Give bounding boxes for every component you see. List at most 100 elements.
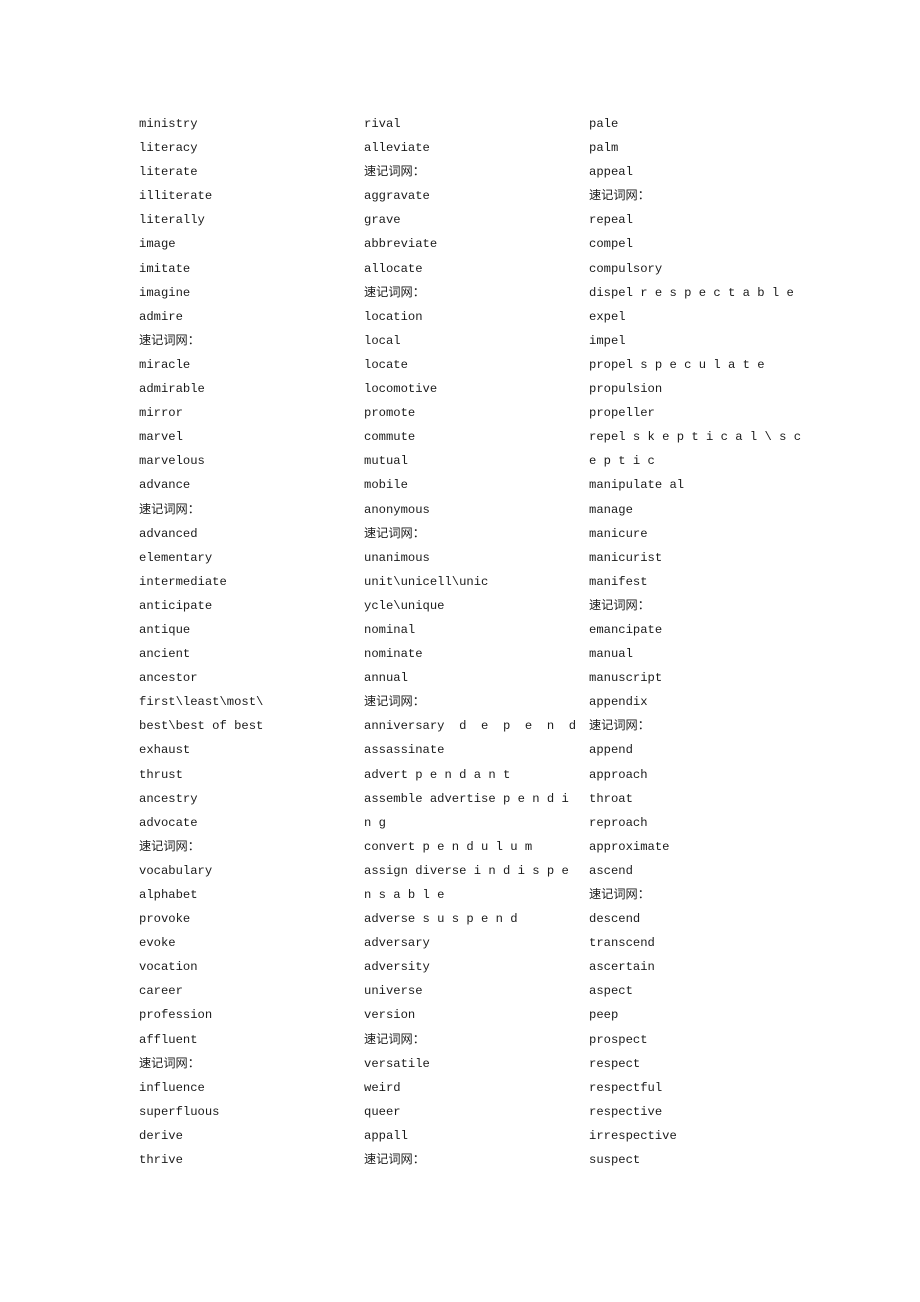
- word-entry: aspect: [589, 984, 633, 999]
- word-entry: promote: [364, 406, 416, 421]
- word-entry: prospect: [589, 1032, 648, 1047]
- word-entry: approach: [589, 767, 648, 782]
- word-entry: influence: [139, 1080, 205, 1095]
- section-label: 速记词网：: [364, 285, 425, 300]
- word-entry: adversary: [364, 936, 430, 951]
- word-entry: n g: [364, 815, 386, 830]
- word-entry: intermediate: [139, 574, 227, 589]
- word-entry: palm: [589, 141, 619, 156]
- word-entry: ascend: [589, 863, 633, 878]
- word-entry: pale: [589, 117, 619, 131]
- word-entry: career: [139, 984, 183, 999]
- word-entry: queer: [364, 1104, 401, 1119]
- word-entry: ministry: [139, 117, 198, 131]
- word-entry: image: [139, 237, 176, 252]
- word-entry: version: [364, 1008, 416, 1023]
- word-entry: throat: [589, 791, 633, 806]
- word-entry: best\best of best: [139, 719, 264, 734]
- word-entry: nominate: [364, 647, 423, 662]
- word-entry: propulsion: [589, 382, 663, 397]
- word-entry: repel s k e p t i c a l \ s c: [589, 430, 802, 445]
- word-entry: advance: [139, 478, 191, 493]
- word-entry: emancipate: [589, 622, 663, 637]
- word-entry: marvel: [139, 430, 183, 445]
- word-entry: descend: [589, 912, 641, 927]
- word-entry: appeal: [589, 165, 633, 180]
- word-entry: versatile: [364, 1056, 430, 1071]
- word-entry: vocation: [139, 960, 198, 975]
- document-page: ministry literacy literate illiterate litera…: [0, 0, 920, 1302]
- word-entry: alleviate: [364, 141, 430, 156]
- word-entry: elementary: [139, 550, 213, 565]
- section-label: 速记词网：: [364, 526, 425, 541]
- word-entry: dispel r e s p e c t a b l e: [589, 285, 794, 300]
- word-entry: manipulate al: [589, 478, 685, 493]
- word-entry: propeller: [589, 406, 655, 421]
- word-entry: respectful: [589, 1080, 663, 1095]
- word-entry: literally: [139, 213, 205, 228]
- word-entry: appendix: [589, 695, 648, 710]
- word-entry: repeal: [589, 213, 633, 228]
- word-entry: adversity: [364, 960, 430, 975]
- word-entry: locomotive: [364, 382, 438, 397]
- word-entry: illiterate: [139, 189, 213, 204]
- word-entry: unit\unicell\unic: [364, 574, 489, 589]
- word-entry: literate: [139, 165, 198, 180]
- word-entry: advocate: [139, 815, 198, 830]
- word-entry: ancient: [139, 647, 191, 662]
- word-entry: advert p e n d a n t: [364, 767, 511, 782]
- word-entry: commute: [364, 430, 416, 445]
- word-entry: ancestry: [139, 791, 198, 806]
- word-entry: admire: [139, 309, 183, 324]
- word-entry: append: [589, 743, 633, 758]
- word-entry: suspect: [589, 1153, 641, 1168]
- word-entry: affluent: [139, 1032, 198, 1047]
- word-entry: thrive: [139, 1153, 183, 1168]
- word-entry: transcend: [589, 936, 655, 951]
- word-entry: ancestor: [139, 671, 198, 686]
- word-entry: thrust: [139, 767, 183, 782]
- word-entry: locate: [364, 357, 408, 372]
- word-column-3: pale palm appeal 速记词网： repeal compel compulsor…: [589, 112, 802, 1172]
- word-entry: advanced: [139, 526, 198, 541]
- word-entry: grave: [364, 213, 401, 228]
- word-entry: respective: [589, 1104, 663, 1119]
- word-entry: peep: [589, 1008, 619, 1023]
- word-entry: rival: [364, 117, 401, 131]
- word-entry: e p t i c: [589, 454, 655, 469]
- word-column-1: ministry literacy literate illiterate litera…: [139, 112, 359, 1172]
- word-entry: reproach: [589, 815, 648, 830]
- word-entry: impel: [589, 333, 626, 348]
- word-entry: manuscript: [589, 671, 663, 686]
- section-label: 速记词网：: [589, 598, 650, 613]
- word-entry: vocabulary: [139, 863, 213, 878]
- word-entry: allocate: [364, 261, 423, 276]
- word-entry: first\least\most\: [139, 695, 264, 710]
- word-entry: approximate: [589, 839, 670, 854]
- word-entry: marvelous: [139, 454, 205, 469]
- word-entry: annual: [364, 671, 408, 686]
- word-entry: propel s p e c u l a t e: [589, 357, 765, 372]
- word-entry: anticipate: [139, 598, 213, 613]
- word-entry: miracle: [139, 357, 191, 372]
- word-entry: universe: [364, 984, 423, 999]
- word-entry: respect: [589, 1056, 641, 1071]
- section-label: 速记词网：: [589, 719, 650, 734]
- word-entry: alphabet: [139, 888, 198, 902]
- word-entry: exhaust: [139, 743, 191, 758]
- word-entry: assign diverse i n d i s p e: [364, 863, 569, 878]
- word-entry: n s a b l e: [364, 888, 445, 902]
- section-label: 速记词网：: [364, 1153, 425, 1168]
- section-label: 速记词网：: [139, 1056, 200, 1071]
- word-entry: assemble advertise p e n d i: [364, 791, 569, 806]
- word-entry: weird: [364, 1080, 401, 1095]
- word-entry: anniversary d e p e n d: [364, 719, 577, 734]
- word-entry: imagine: [139, 285, 191, 300]
- word-entry: manicure: [589, 526, 648, 541]
- word-entry: admirable: [139, 382, 205, 397]
- word-entry: ycle\unique: [364, 598, 445, 613]
- word-entry: mobile: [364, 478, 408, 493]
- word-entry: appall: [364, 1128, 408, 1143]
- word-entry: compulsory: [589, 261, 663, 276]
- word-entry: manicurist: [589, 550, 663, 565]
